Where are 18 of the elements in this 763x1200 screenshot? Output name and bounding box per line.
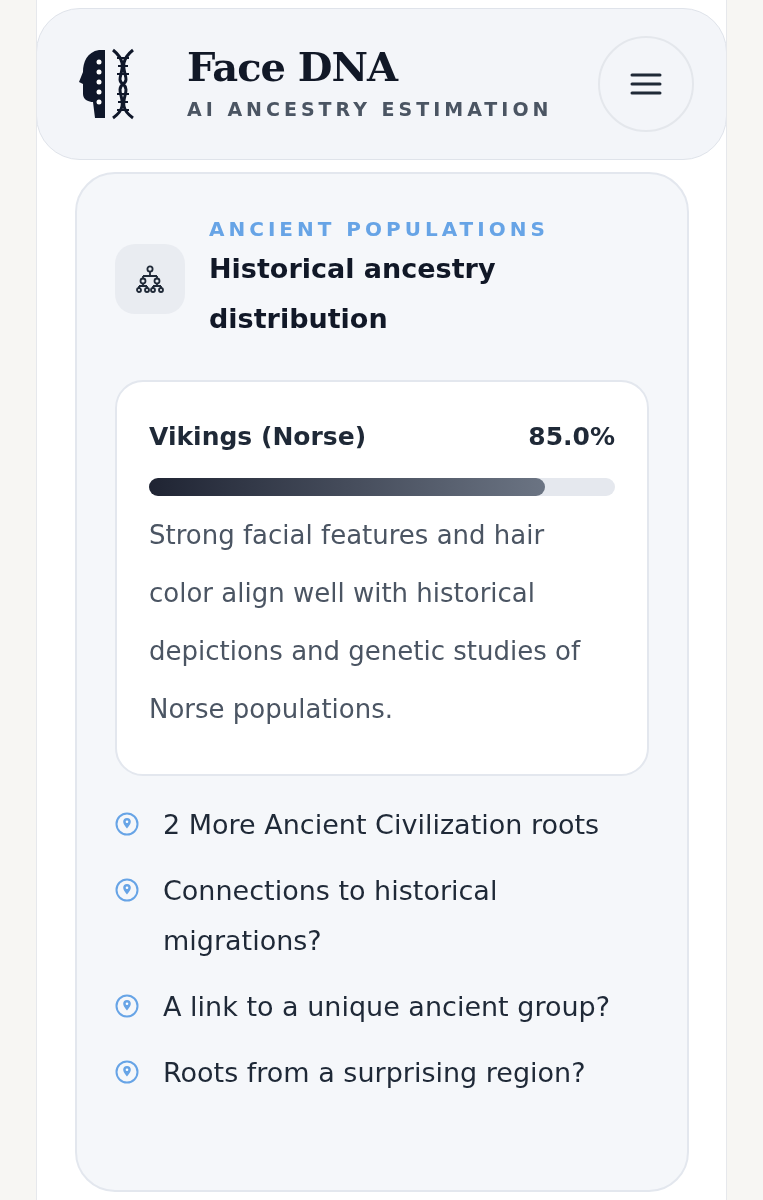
ancestry-description: Strong facial features and hair color align well with historical depictions and genetic studies of Norse populations.: [149, 518, 582, 726]
menu-icon: [630, 72, 662, 96]
location-pin-icon: [115, 811, 139, 836]
menu-button[interactable]: [598, 36, 694, 132]
location-pin-icon: [115, 877, 139, 902]
location-pin-icon: [115, 993, 139, 1018]
section-title: Historical ancestry distribution: [209, 252, 497, 336]
teaser-text: 2 More Ancient Civilization roots: [163, 807, 600, 842]
hierarchy-icon: [115, 244, 185, 314]
teaser-text: Roots from a surprising region?: [163, 1055, 586, 1090]
teaser-text: A link to a unique ancient group?: [163, 989, 611, 1024]
section-label: ANCIENT POPULATIONS: [209, 216, 550, 243]
app-title: Face DNA: [187, 44, 400, 89]
app-subtitle: AI ANCESTRY ESTIMATION: [187, 96, 554, 122]
ancestry-percent: 85.0%: [528, 421, 615, 453]
location-pin-icon: [115, 1059, 139, 1084]
ancestry-name: Vikings (Norse): [149, 421, 367, 453]
teaser-text: Connections to historical migrations?: [163, 873, 499, 958]
